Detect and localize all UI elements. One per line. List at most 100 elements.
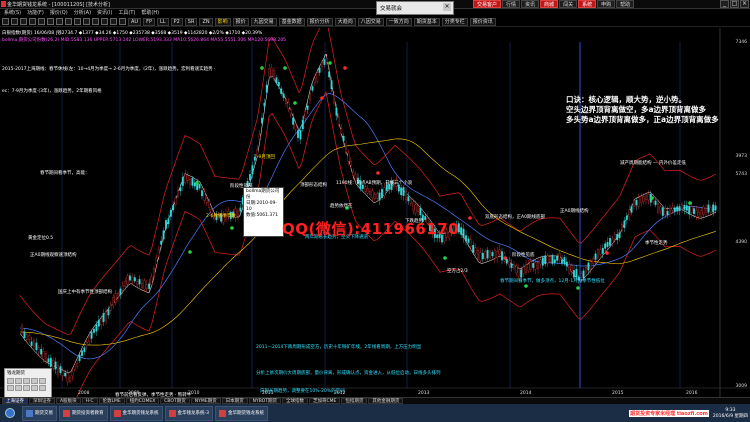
mini-button[interactable] <box>7 378 14 384</box>
chart-area[interactable]: 白银指数(期货) 16/06/08 |钱2734.7 ◆1377 ◆34.26 … <box>0 28 750 408</box>
candle-body <box>469 239 472 247</box>
candle-body <box>169 210 172 217</box>
header-button[interactable]: 商城 <box>540 0 559 8</box>
toolbar-icon[interactable] <box>92 18 99 25</box>
candle-body <box>133 277 136 282</box>
candle-body <box>340 128 343 135</box>
header-button[interactable]: 交易客户 <box>473 0 502 8</box>
toolbar-button[interactable]: 一致方向 <box>385 17 412 26</box>
taskbar-task[interactable]: 金华期货钱龙系统 <box>215 405 268 421</box>
candle-body <box>73 364 76 370</box>
toolbar-button[interactable]: 报价 <box>232 17 249 26</box>
brand-label: 期货投资专家米经理 tiaozfi.com <box>629 410 709 417</box>
candle-body <box>599 249 602 255</box>
toolbar-button[interactable]: SR <box>184 17 198 26</box>
candle-body <box>112 297 115 306</box>
mini-button[interactable] <box>39 378 46 384</box>
trade-dialog[interactable]: 交易就会 × <box>376 1 454 15</box>
toolbar-icon[interactable] <box>2 18 9 25</box>
candle-body <box>472 245 475 253</box>
toolbar-button[interactable]: AU <box>128 17 142 26</box>
candle-body <box>537 262 539 270</box>
menu-item[interactable]: 资讯(I) <box>97 9 112 17</box>
mini-button[interactable] <box>39 385 46 391</box>
header-button[interactable]: 闯关 <box>559 0 578 8</box>
start-button[interactable] <box>0 404 20 422</box>
mini-button[interactable] <box>23 378 30 384</box>
mini-button[interactable] <box>15 385 22 391</box>
candle-body <box>107 309 110 316</box>
mini-button[interactable] <box>15 378 22 384</box>
annotation-note: 趋势依然在 <box>330 204 353 209</box>
toolbar-icon[interactable] <box>29 18 36 25</box>
candle-body <box>582 270 585 279</box>
mini-button[interactable] <box>31 385 38 391</box>
toolbar-button[interactable]: 影响 <box>214 17 231 26</box>
menu-item[interactable]: 帮助(H) <box>141 9 159 17</box>
taskbar-task[interactable]: 期货投资者教育 <box>59 405 108 421</box>
candle-body <box>477 250 479 260</box>
toolbar-icon[interactable] <box>47 18 54 25</box>
year-label: 2014 <box>520 391 532 396</box>
toolbar-button[interactable]: FP <box>143 17 155 26</box>
candle-body <box>647 194 650 201</box>
menu-item[interactable]: 报价(Q) <box>50 9 68 17</box>
taskbar-task[interactable]: 金华钱龙系统-3 <box>164 405 213 421</box>
header-button[interactable]: 行情 <box>502 0 521 8</box>
candle-body <box>265 84 268 93</box>
toolbar-icon[interactable] <box>74 18 81 25</box>
toolbar-icon[interactable] <box>83 18 90 25</box>
menu-item[interactable]: 系统(S) <box>4 9 21 17</box>
menu-item[interactable]: 分析(A) <box>74 9 91 17</box>
toolbar-icon[interactable] <box>56 18 63 25</box>
candle-body <box>520 269 523 278</box>
mini-button[interactable] <box>23 385 30 391</box>
toolbar-icon[interactable] <box>20 18 27 25</box>
taskbar-task[interactable]: 期货交易 <box>22 405 57 421</box>
toolbar-icon[interactable] <box>65 18 72 25</box>
toolbar-button[interactable]: 报价资讯 <box>469 17 496 26</box>
toolbar-button[interactable]: 分类专栏 <box>441 17 468 26</box>
header-button[interactable]: 系统 <box>578 0 597 8</box>
toolbar-button[interactable]: 大趋向 <box>334 17 356 26</box>
header-button[interactable]: 申购 <box>597 0 616 8</box>
price-label: 5743 <box>735 172 747 177</box>
candle-body <box>93 328 95 333</box>
header-button[interactable]: 资讯 <box>521 0 540 8</box>
maximize-icon[interactable]: □ <box>730 0 739 8</box>
mini-button[interactable] <box>31 378 38 384</box>
toolbar-button[interactable]: 八因交易 <box>357 17 384 26</box>
minimize-icon[interactable]: _ <box>720 0 729 8</box>
candle-body <box>85 342 88 347</box>
toolbar-icon[interactable] <box>11 18 18 25</box>
candle-body <box>268 68 271 77</box>
toolbar-button[interactable]: 基金数据 <box>278 17 305 26</box>
toolbar-button[interactable]: 期货基本 <box>413 17 440 26</box>
candle-body <box>285 100 287 104</box>
toolbar-icon[interactable] <box>101 18 108 25</box>
candle-body <box>66 372 69 383</box>
toolbar-button[interactable]: LL <box>157 17 169 26</box>
toolbar-button[interactable]: 九因交易 <box>250 17 277 26</box>
menu-item[interactable]: 工具(T) <box>118 9 135 17</box>
toolbar-button[interactable]: ZN <box>199 17 213 26</box>
header-button[interactable]: 帮助 <box>616 0 635 8</box>
candle-body <box>369 191 371 195</box>
window-controls: _ □ × <box>720 0 749 8</box>
close-window-icon[interactable]: × <box>740 0 749 8</box>
close-icon[interactable]: × <box>443 3 451 11</box>
candle-body <box>705 207 707 213</box>
signal-dot <box>524 284 528 288</box>
mini-panel[interactable]: 钱龙期货 <box>4 368 52 399</box>
menu-item[interactable]: 功能(F) <box>27 9 44 17</box>
candle-body <box>376 193 379 199</box>
candle-body <box>659 206 662 211</box>
toolbar-icon[interactable] <box>38 18 45 25</box>
toolbar-icon[interactable] <box>119 18 126 25</box>
toolbar-button[interactable]: 报价分析 <box>306 17 333 26</box>
mini-button[interactable] <box>7 385 14 391</box>
taskbar-task[interactable]: 金华期货钱龙系统 <box>109 405 163 421</box>
toolbar-icon[interactable] <box>110 18 117 25</box>
toolbar-button[interactable]: P2 <box>170 17 183 26</box>
candle-body <box>189 179 191 185</box>
